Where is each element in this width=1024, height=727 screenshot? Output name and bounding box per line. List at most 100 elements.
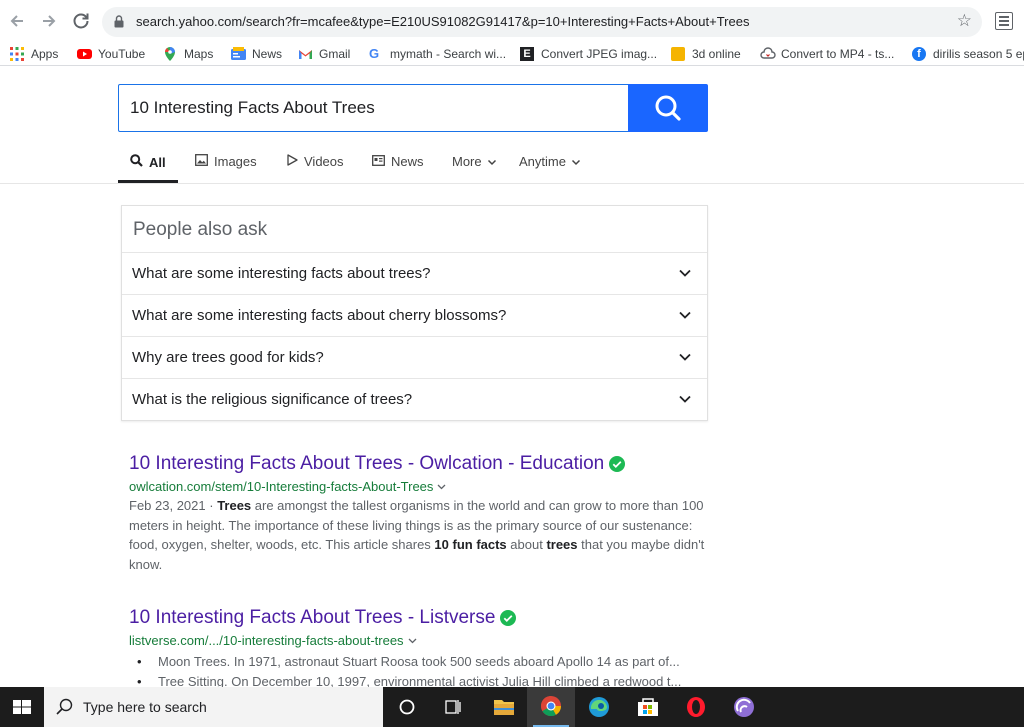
paa-question[interactable]: What are some interesting facts about tr…	[122, 252, 707, 294]
list-item: Moon Trees. In 1971, astronaut Stuart Ro…	[129, 652, 714, 672]
chevron-down-icon	[679, 353, 691, 361]
paa-question-text: What are some interesting facts about tr…	[132, 265, 431, 282]
store-taskbar-button[interactable]	[624, 687, 672, 727]
browser-toolbar: search.yahoo.com/search?fr=mcafee&type=E…	[0, 0, 1024, 42]
snippet-bold: Trees	[217, 498, 252, 513]
newspaper-icon	[372, 154, 385, 169]
chevron-down-icon	[571, 159, 580, 165]
search-icon	[655, 95, 681, 121]
result-date: Feb 23, 2021	[129, 498, 206, 513]
chrome-taskbar-button[interactable]	[527, 687, 575, 727]
bookmark-dirilis[interactable]: f dirilis season 5 ep	[912, 45, 1024, 63]
search-button[interactable]	[628, 84, 708, 132]
bookmark-mymath[interactable]: G mymath - Search wi...	[369, 45, 506, 63]
result-title-text: 10 Interesting Facts About Trees - Owlca…	[129, 453, 605, 474]
address-bar[interactable]: search.yahoo.com/search?fr=mcafee&type=E…	[102, 7, 982, 37]
image-icon	[195, 154, 208, 169]
tab-anytime[interactable]: Anytime	[519, 154, 581, 169]
verified-check-icon	[500, 610, 517, 626]
tab-label: More	[452, 154, 482, 169]
chevron-down-icon	[487, 159, 496, 165]
paa-question[interactable]: What is the religious significance of tr…	[122, 378, 707, 420]
paa-question[interactable]: Why are trees good for kids?	[122, 336, 707, 378]
chevron-down-icon[interactable]	[408, 636, 417, 645]
task-view-button[interactable]	[429, 687, 477, 727]
bookmark-gmail[interactable]: Gmail	[298, 45, 350, 63]
3d-online-icon	[671, 47, 685, 61]
bookmark-3d-online[interactable]: 3d online	[671, 45, 741, 63]
active-tab-indicator	[118, 180, 178, 183]
bookmark-youtube[interactable]: YouTube	[77, 45, 145, 63]
bookmark-label: mymath - Search wi...	[390, 47, 507, 61]
paa-question-text: What are some interesting facts about ch…	[132, 307, 507, 324]
search-icon	[56, 698, 73, 715]
news-icon	[231, 47, 246, 61]
bookmark-maps[interactable]: Maps	[163, 45, 213, 63]
cloud-icon	[760, 47, 776, 61]
result-url[interactable]: listverse.com/.../10-interesting-facts-a…	[129, 633, 719, 648]
bookmark-star-icon[interactable]: ☆	[957, 11, 972, 31]
bookmark-label: News	[252, 47, 283, 61]
bookmark-apps[interactable]: Apps	[10, 45, 58, 63]
torrent-taskbar-button[interactable]	[720, 687, 768, 727]
tab-news[interactable]: News	[372, 154, 424, 169]
search-result: 10 Interesting Facts About Trees - Owlca…	[129, 453, 719, 574]
edge-taskbar-button[interactable]	[575, 687, 623, 727]
paa-question[interactable]: What are some interesting facts about ch…	[122, 294, 707, 336]
paa-question-text: What is the religious significance of tr…	[132, 391, 413, 408]
result-url-text: listverse.com/.../10-interesting-facts-a…	[129, 633, 404, 648]
edge-icon	[589, 697, 609, 717]
paa-question-text: Why are trees good for kids?	[132, 349, 324, 366]
result-url[interactable]: owlcation.com/stem/10-Interesting-facts-…	[129, 479, 719, 494]
tab-label: News	[391, 154, 424, 169]
bookmark-convert-mp4[interactable]: Convert to MP4 - ts...	[760, 45, 894, 63]
search-tabs: All Images Videos News More Anytime	[0, 140, 1024, 184]
task-view-icon	[445, 700, 461, 714]
search-result: 10 Interesting Facts About Trees - Listv…	[129, 607, 719, 692]
bookmark-news[interactable]: News	[231, 45, 282, 63]
tab-videos[interactable]: Videos	[286, 154, 344, 169]
bookmark-label: YouTube	[98, 47, 146, 61]
bookmark-label: Apps	[31, 47, 59, 61]
bookmark-convert-jpeg[interactable]: E Convert JPEG imag...	[520, 45, 657, 63]
result-date-separator: ·	[205, 498, 218, 513]
gmail-icon	[298, 47, 312, 61]
opera-taskbar-button[interactable]	[672, 687, 720, 727]
tab-more[interactable]: More	[452, 154, 497, 169]
snippet-bold: trees	[546, 537, 578, 552]
e-logo-icon: E	[520, 47, 534, 61]
search-input[interactable]: 10 Interesting Facts About Trees	[118, 84, 629, 132]
screen: search.yahoo.com/search?fr=mcafee&type=E…	[0, 0, 1024, 727]
snippet-text: about	[506, 537, 547, 552]
bookmarks-bar: Apps YouTube Maps News Gmail G mymath - …	[0, 42, 1024, 66]
bookmark-label: 3d online	[692, 47, 741, 61]
result-title-link[interactable]: 10 Interesting Facts About Trees - Owlca…	[129, 453, 719, 475]
chevron-down-icon	[679, 311, 691, 319]
tab-all[interactable]: All	[130, 154, 166, 170]
task-view-cortana-button[interactable]	[383, 687, 431, 727]
search-icon	[130, 154, 143, 170]
result-title-link[interactable]: 10 Interesting Facts About Trees - Listv…	[129, 607, 719, 629]
start-button[interactable]	[0, 687, 44, 727]
store-bag-icon	[638, 698, 658, 716]
back-arrow-icon[interactable]	[6, 10, 28, 32]
result-url-text: owlcation.com/stem/10-Interesting-facts-…	[129, 479, 434, 494]
google-icon: G	[369, 46, 380, 61]
chevron-down-icon	[679, 269, 691, 277]
apps-grid-icon	[10, 47, 24, 61]
chevron-down-icon[interactable]	[437, 482, 446, 491]
folder-icon	[494, 700, 514, 715]
bookmark-label: Maps	[184, 47, 214, 61]
windows-taskbar: Type here to search	[0, 687, 1024, 727]
tab-images[interactable]: Images	[195, 154, 257, 169]
forward-arrow-icon[interactable]	[38, 10, 60, 32]
reload-icon[interactable]	[70, 10, 92, 32]
bookmark-label: Gmail	[319, 47, 351, 61]
reading-list-icon[interactable]	[995, 12, 1013, 30]
paa-title: People also ask	[133, 219, 268, 240]
url-text: search.yahoo.com/search?fr=mcafee&type=E…	[136, 14, 750, 29]
opera-icon	[687, 697, 705, 717]
taskbar-search-box[interactable]: Type here to search	[44, 687, 383, 727]
chevron-down-icon	[679, 395, 691, 403]
file-explorer-button[interactable]	[480, 687, 528, 727]
